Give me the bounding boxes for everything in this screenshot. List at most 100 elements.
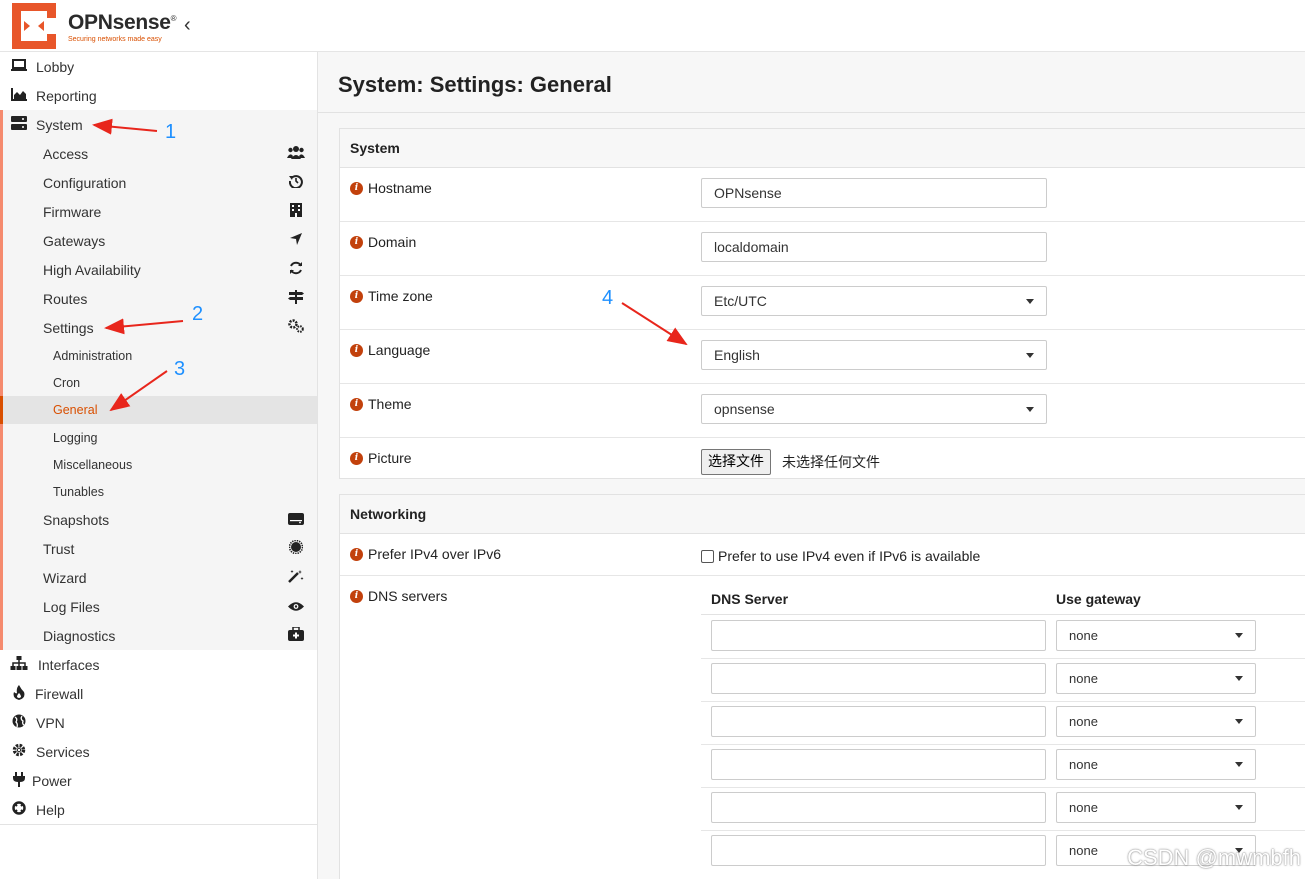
- sidebar-item-general[interactable]: General: [0, 396, 317, 424]
- theme-row: i Theme opnsense: [340, 384, 1305, 438]
- dns-row: none: [701, 744, 1305, 788]
- language-select[interactable]: English: [701, 340, 1047, 370]
- history-icon: [287, 174, 305, 191]
- sidebar-item-high-availability[interactable]: High Availability: [0, 255, 317, 284]
- sidebar-item-reporting[interactable]: Reporting: [0, 81, 317, 110]
- sidebar-item-interfaces[interactable]: Interfaces: [0, 650, 317, 679]
- timezone-row: i Time zone Etc/UTC: [340, 276, 1305, 330]
- dns-servers-row: i DNS servers DNS Server Use gateway none…: [340, 576, 1305, 886]
- dns-row: none: [701, 658, 1305, 702]
- theme-select[interactable]: opnsense: [701, 394, 1047, 424]
- sidebar-item-vpn[interactable]: VPN: [0, 708, 317, 737]
- use-gateway-select[interactable]: none: [1056, 792, 1256, 823]
- cog-icon: [10, 743, 28, 760]
- building-icon: [287, 203, 305, 220]
- sidebar-item-help[interactable]: Help: [0, 795, 317, 824]
- laptop-icon: [10, 58, 28, 75]
- dns-server-input[interactable]: [711, 749, 1046, 780]
- caret-down-icon: [1235, 633, 1243, 638]
- picture-row: i Picture 选择文件 未选择任何文件: [340, 438, 1305, 484]
- sidebar-item-power[interactable]: Power: [0, 766, 317, 795]
- dns-server-input[interactable]: [711, 663, 1046, 694]
- sidebar-item-firewall[interactable]: Firewall: [0, 679, 317, 708]
- cogs-icon: [287, 319, 305, 336]
- sidebar-item-services[interactable]: Services: [0, 737, 317, 766]
- use-gateway-select[interactable]: none: [1056, 663, 1256, 694]
- info-icon[interactable]: i: [350, 181, 363, 195]
- hostname-input[interactable]: OPNsense: [701, 178, 1047, 208]
- checkbox-box[interactable]: [701, 549, 714, 563]
- life-ring-icon: [10, 801, 28, 818]
- location-arrow-icon: [287, 232, 305, 249]
- sidebar-item-cron[interactable]: Cron: [0, 369, 317, 396]
- caret-down-icon: [1235, 762, 1243, 767]
- map-signs-icon: [287, 290, 305, 307]
- sidebar-item-wizard[interactable]: Wizard: [0, 563, 317, 592]
- annotation-number-3: 3: [174, 358, 186, 380]
- domain-input[interactable]: localdomain: [701, 232, 1047, 262]
- collapse-sidebar-button[interactable]: ‹: [184, 14, 191, 37]
- info-icon[interactable]: i: [350, 589, 363, 603]
- info-icon[interactable]: i: [350, 451, 363, 465]
- sidebar-item-log-files[interactable]: Log Files: [0, 592, 317, 621]
- dns-server-input[interactable]: [711, 620, 1046, 651]
- sidebar-item-snapshots[interactable]: Snapshots: [0, 505, 317, 534]
- annotation-number-1: 1: [165, 121, 177, 143]
- dns-server-input[interactable]: [711, 792, 1046, 823]
- sidebar-item-gateways[interactable]: Gateways: [0, 226, 317, 255]
- use-gateway-select[interactable]: none: [1056, 749, 1256, 780]
- info-icon[interactable]: i: [350, 289, 363, 303]
- caret-down-icon: [1026, 407, 1034, 412]
- dns-server-input[interactable]: [711, 706, 1046, 737]
- globe-icon: [10, 714, 28, 731]
- networking-section-heading: Networking: [340, 495, 1305, 534]
- sidebar-item-access[interactable]: Access: [0, 139, 317, 168]
- brand-tagline: Securing networks made easy: [68, 36, 162, 43]
- sidebar-item-settings[interactable]: Settings: [0, 313, 317, 342]
- prefer-ipv4-checkbox[interactable]: Prefer to use IPv4 even if IPv6 is avail…: [701, 548, 980, 564]
- caret-down-icon: [1235, 719, 1243, 724]
- sidebar-item-administration[interactable]: Administration: [0, 342, 317, 369]
- choose-file-button[interactable]: 选择文件: [701, 449, 771, 475]
- sidebar-item-diagnostics[interactable]: Diagnostics: [0, 621, 317, 650]
- language-label: Language: [368, 342, 431, 358]
- use-gateway-select[interactable]: none: [1056, 620, 1256, 651]
- dns-row: none: [701, 615, 1305, 659]
- sidebar-item-logging[interactable]: Logging: [0, 424, 317, 451]
- info-icon[interactable]: i: [350, 397, 363, 411]
- file-status-text: 未选择任何文件: [782, 454, 880, 470]
- annotation-number-4: 4: [602, 287, 614, 309]
- dns-row: none: [701, 701, 1305, 745]
- info-icon[interactable]: i: [350, 547, 363, 561]
- sitemap-icon: [10, 656, 28, 673]
- users-icon: [287, 145, 305, 162]
- sidebar-item-tunables[interactable]: Tunables: [0, 478, 317, 505]
- sidebar-item-firmware[interactable]: Firmware: [0, 197, 317, 226]
- timezone-select[interactable]: Etc/UTC: [701, 286, 1047, 316]
- sidebar-item-configuration[interactable]: Configuration: [0, 168, 317, 197]
- caret-down-icon: [1026, 353, 1034, 358]
- dns-row: none: [701, 787, 1305, 831]
- language-row: i Language English: [340, 330, 1305, 384]
- magic-icon: [287, 569, 305, 586]
- caret-down-icon: [1026, 299, 1034, 304]
- dns-server-input[interactable]: [711, 835, 1046, 866]
- sidebar-item-system[interactable]: System: [0, 110, 317, 139]
- use-gateway-select[interactable]: none: [1056, 706, 1256, 737]
- sidebar-item-miscellaneous[interactable]: Miscellaneous: [0, 451, 317, 478]
- certificate-icon: [287, 539, 305, 557]
- sidebar-item-routes[interactable]: Routes: [0, 284, 317, 313]
- sidebar-item-lobby[interactable]: Lobby: [0, 52, 317, 81]
- server-icon: [10, 116, 28, 133]
- domain-row: i Domain localdomain: [340, 222, 1305, 276]
- page-title: System: Settings: General: [338, 72, 612, 97]
- info-icon[interactable]: i: [350, 343, 363, 357]
- networking-panel: Networking i Prefer IPv4 over IPv6 Prefer…: [339, 494, 1305, 879]
- info-icon[interactable]: i: [350, 235, 363, 249]
- top-bar: OPNsense® Securing networks made easy ‹: [0, 0, 1305, 52]
- plug-icon: [10, 771, 28, 790]
- prefer-ipv4-row: i Prefer IPv4 over IPv6 Prefer to use IPv…: [340, 534, 1305, 576]
- sidebar-item-trust[interactable]: Trust: [0, 534, 317, 563]
- caret-down-icon: [1235, 676, 1243, 681]
- picture-label: Picture: [368, 450, 412, 466]
